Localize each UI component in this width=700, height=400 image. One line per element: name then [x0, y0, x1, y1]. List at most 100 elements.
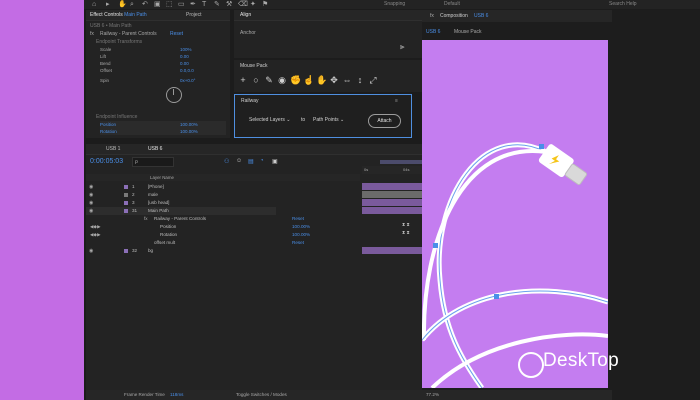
ec-row-position-value[interactable]: 100.00% — [180, 121, 198, 128]
tab-align[interactable]: Align — [240, 10, 251, 20]
ec-row-spin[interactable]: Spin 0x+0.0° — [100, 77, 195, 84]
type-tool-icon[interactable]: T — [202, 0, 206, 9]
ec-row-offset[interactable]: Offset 0.0,0.0 — [100, 67, 194, 74]
sub-row-reset[interactable]: Reset — [292, 239, 304, 247]
circle-icon[interactable]: ○ — [251, 75, 261, 85]
railway-selected-layers-select[interactable]: Selected Layers ⌄ — [249, 115, 290, 125]
layer-row[interactable]: ◉ 32 bg — [86, 247, 276, 255]
layer-label-color[interactable] — [124, 193, 128, 197]
panel-menu-icon[interactable]: ≡ — [395, 98, 398, 104]
ec-row-offset-value[interactable]: 0.0,0.0 — [180, 67, 194, 74]
layer-row[interactable]: ◉ 2 male — [86, 191, 276, 199]
sub-row[interactable]: fx Railway - Parent Controls Reset — [86, 215, 304, 223]
layer-row[interactable]: ◉ 3 [usb head] — [86, 199, 276, 207]
resize-horizontal-icon[interactable]: ⇔ — [342, 75, 352, 85]
visibility-eye-icon[interactable]: ◉ — [89, 247, 93, 255]
visibility-eye-icon[interactable]: ◉ — [89, 183, 93, 191]
brush-tool-icon[interactable]: ✎ — [214, 0, 220, 9]
keyframe-nav-icon[interactable]: ◀◆▶ — [90, 223, 101, 231]
ec-row-lift[interactable]: Lift 0.00 — [100, 53, 189, 60]
graph-editor-icon[interactable]: ▣ — [272, 158, 278, 165]
ec-row-lift-value[interactable]: 0.00 — [180, 53, 189, 60]
pan-tool-icon[interactable]: ⬚ — [166, 0, 173, 9]
fx-icon[interactable]: fx — [90, 31, 94, 37]
ec-row-position[interactable]: Position 100.00% — [100, 121, 226, 128]
pen-tool-icon[interactable]: ✒ — [190, 0, 196, 9]
home-icon[interactable]: ⌂ — [92, 0, 96, 9]
crosshair-icon[interactable]: + — [238, 75, 248, 85]
spin-dial[interactable] — [166, 87, 182, 103]
zoom-level[interactable]: 77.2% — [426, 392, 439, 397]
ec-row-rotation[interactable]: Rotation 100.00% — [100, 128, 226, 135]
comp-flow-icon[interactable]: ⚇ — [224, 158, 229, 165]
align-bottom-icon[interactable]: ⫸ — [400, 42, 405, 52]
path-point-handle[interactable] — [539, 144, 544, 149]
zoom-tool-icon[interactable]: ⌕ — [130, 0, 134, 9]
toggle-switches-button[interactable]: Toggle Switches / Modes — [236, 392, 287, 397]
visibility-eye-icon[interactable]: ◉ — [89, 191, 93, 199]
sub-row-reset[interactable]: Reset — [292, 215, 304, 223]
layer-label-color[interactable] — [124, 209, 128, 213]
path-point-handle[interactable] — [494, 294, 499, 299]
subtab-usb6[interactable]: USB 6 — [426, 29, 440, 35]
frame-blend-icon[interactable]: ▤ — [248, 158, 254, 165]
hand-tool-icon[interactable]: ✋ — [118, 0, 127, 9]
pointer-hand-icon[interactable]: ☝ — [303, 75, 314, 85]
camera-tool-icon[interactable]: ▣ — [154, 0, 161, 9]
layer-name-column[interactable]: Layer Name — [150, 175, 174, 180]
ec-row-bend-value[interactable]: 0.00 — [180, 60, 189, 67]
ec-row-rotation-value[interactable]: 100.00% — [180, 128, 198, 135]
fx-reset-button[interactable]: Reset — [170, 31, 183, 37]
keyframe-icon[interactable]: ⧗ ⧗ — [402, 222, 410, 227]
timeline-search[interactable]: ρ — [132, 157, 174, 167]
pen-cursor-icon[interactable]: ✎ — [264, 75, 274, 85]
sub-row-fx-icon[interactable]: fx — [144, 215, 148, 223]
open-hand-icon[interactable]: ✋ — [316, 75, 327, 85]
sub-row[interactable]: ◀◆▶ Position 100.00% — [86, 223, 310, 231]
layer-label-color[interactable] — [124, 185, 128, 189]
layer-row-selected[interactable]: ◉ 31 Main Path — [86, 207, 276, 215]
sub-row-value[interactable]: 100.00% — [292, 231, 310, 239]
layer-label-color[interactable] — [124, 201, 128, 205]
resize-diagonal-icon[interactable]: ⤢ — [368, 75, 378, 85]
ec-row-spin-value[interactable]: 0x+0.0° — [180, 77, 195, 84]
layer-name[interactable]: [Phone] — [148, 183, 164, 191]
shy-icon[interactable]: ☺ — [236, 158, 242, 164]
puppet-tool-icon[interactable]: ⚑ — [262, 0, 268, 9]
keyframe-nav-icon[interactable]: ◀◆▶ — [90, 231, 101, 239]
sub-row-value[interactable]: 100.00% — [292, 223, 310, 231]
layer-row[interactable]: ◉ 1 [Phone] — [86, 183, 276, 191]
layer-name[interactable]: bg — [148, 247, 153, 255]
tab-usb1[interactable]: USB 1 — [106, 144, 120, 154]
railway-path-points-select[interactable]: Path Points ⌄ — [313, 115, 344, 125]
path-point-handle[interactable] — [433, 243, 438, 248]
workspace-label[interactable]: Default — [444, 0, 460, 9]
composition-viewer[interactable] — [422, 40, 608, 388]
layer-name[interactable]: male — [148, 191, 158, 199]
layer-name[interactable]: Main Path — [148, 207, 169, 215]
ec-row-scale[interactable]: Scale 100% — [100, 46, 192, 53]
snapping-label[interactable]: Snapping — [384, 0, 405, 9]
resize-vertical-icon[interactable]: ↕ — [355, 75, 365, 85]
sub-row[interactable]: ◀◆▶ Rotation 100.00% — [86, 231, 310, 239]
sub-row[interactable]: offset mult Reset — [86, 239, 304, 247]
ec-row-scale-value[interactable]: 100% — [180, 46, 192, 53]
eraser-tool-icon[interactable]: ⌫ — [238, 0, 248, 9]
timecode[interactable]: 0:00:05:03 — [90, 158, 123, 165]
subtab-mouse-pack[interactable]: Mouse Pack — [454, 29, 482, 35]
visibility-eye-icon[interactable]: ◉ — [89, 199, 93, 207]
layer-label-color[interactable] — [124, 249, 128, 253]
selection-tool-icon[interactable]: ▸ — [106, 0, 110, 9]
attach-button[interactable]: Attach — [368, 114, 401, 128]
fx-name[interactable]: Railway - Parent Controls — [100, 31, 157, 37]
eye-off-icon[interactable]: ◉ — [277, 75, 287, 85]
comp-fx-icon[interactable]: fx — [430, 13, 434, 19]
layer-name[interactable]: [usb head] — [148, 199, 169, 207]
tab-project[interactable]: Project — [186, 10, 202, 20]
help-search[interactable]: Search Help — [609, 0, 637, 9]
move-icon[interactable]: ✥ — [329, 75, 339, 85]
visibility-eye-icon[interactable]: ◉ — [89, 207, 93, 215]
tab-effect-controls[interactable]: Effect Controls Main Path — [90, 10, 147, 20]
motion-blur-icon[interactable]: ◔ — [260, 158, 264, 164]
tab-usb6[interactable]: USB 6 — [148, 144, 162, 154]
